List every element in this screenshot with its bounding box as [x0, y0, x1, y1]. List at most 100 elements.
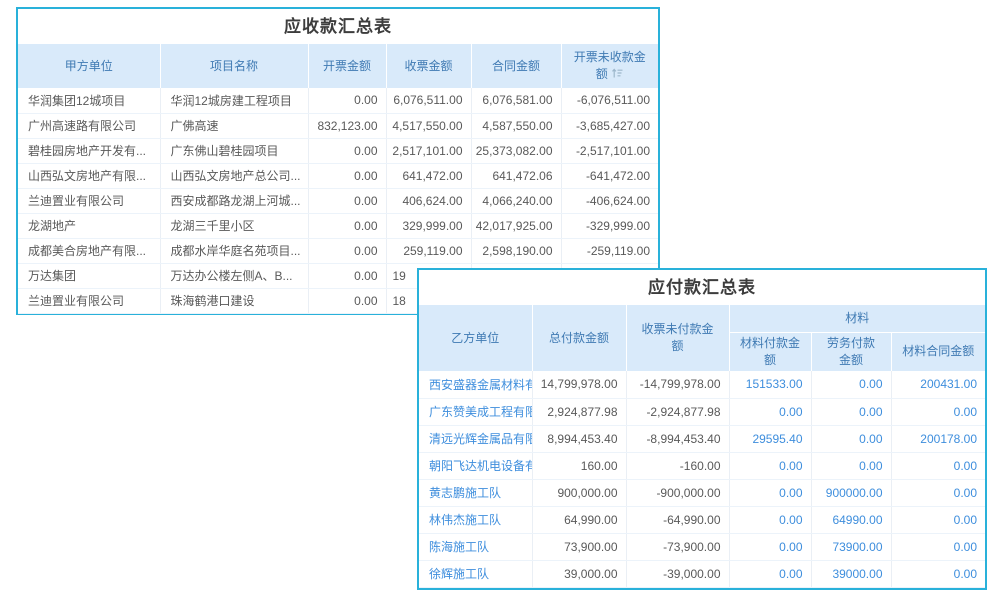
- cell: 641,472.06: [471, 163, 561, 188]
- cell: 山西弘文房地产有限...: [18, 163, 160, 188]
- table-row: 龙湖地产龙湖三千里小区0.00329,999.0042,017,925.00-3…: [18, 213, 658, 238]
- table-row: 西安盛器金属材料有14,799,978.00-14,799,978.001515…: [419, 371, 985, 398]
- link-cell[interactable]: 0.00: [729, 452, 811, 479]
- col-header-labor-payment: 劳务付款金额: [811, 332, 891, 371]
- cell: 160.00: [532, 452, 626, 479]
- cell: 广州高速路有限公司: [18, 113, 160, 138]
- payable-company-link[interactable]: 西安盛器金属材料有: [419, 371, 532, 398]
- payable-table-body: 西安盛器金属材料有14,799,978.00-14,799,978.001515…: [419, 371, 985, 587]
- cell: -14,799,978.00: [626, 371, 729, 398]
- cell: -2,517,101.00: [561, 138, 658, 163]
- cell: 641,472.00: [386, 163, 471, 188]
- col-header-invoiced-unreceived[interactable]: 开票未收款金额: [561, 44, 658, 88]
- cell: 4,517,550.00: [386, 113, 471, 138]
- link-cell[interactable]: 0.00: [729, 398, 811, 425]
- cell: -259,119.00: [561, 238, 658, 263]
- link-cell[interactable]: 0.00: [811, 371, 891, 398]
- link-cell[interactable]: 151533.00: [729, 371, 811, 398]
- cell: 广东佛山碧桂园项目: [160, 138, 308, 163]
- table-row: 广州高速路有限公司广佛高速832,123.004,517,550.004,587…: [18, 113, 658, 138]
- payable-company-link[interactable]: 朝阳飞达机电设备有: [419, 452, 532, 479]
- cell: 广佛高速: [160, 113, 308, 138]
- cell: 0.00: [308, 188, 386, 213]
- table-row: 清远光辉金属品有限8,994,453.40-8,994,453.4029595.…: [419, 425, 985, 452]
- link-cell[interactable]: 39000.00: [811, 560, 891, 587]
- link-cell[interactable]: 0.00: [729, 560, 811, 587]
- link-cell[interactable]: 0.00: [891, 533, 985, 560]
- link-cell[interactable]: 0.00: [729, 506, 811, 533]
- payable-company-link[interactable]: 清远光辉金属品有限: [419, 425, 532, 452]
- cell: 900,000.00: [532, 479, 626, 506]
- col-header-invoice-amount: 开票金额: [308, 44, 386, 88]
- cell: 兰迪置业有限公司: [18, 288, 160, 313]
- cell: -64,990.00: [626, 506, 729, 533]
- payable-company-link[interactable]: 黄志鹏施工队: [419, 479, 532, 506]
- receivable-table-title: 应收款汇总表: [18, 9, 658, 44]
- cell: -641,472.00: [561, 163, 658, 188]
- col-header-material-contract: 材料合同金额: [891, 332, 985, 371]
- link-cell[interactable]: 0.00: [891, 506, 985, 533]
- table-row: 成都美合房地产有限...成都水岸华庭名苑项目...0.00259,119.002…: [18, 238, 658, 263]
- link-cell[interactable]: 200178.00: [891, 425, 985, 452]
- link-cell[interactable]: 0.00: [811, 425, 891, 452]
- cell: -2,924,877.98: [626, 398, 729, 425]
- payable-header-group-row: 乙方单位 总付款金额 收票未付款金额 材料: [419, 305, 985, 332]
- payable-company-link[interactable]: 陈海施工队: [419, 533, 532, 560]
- cell: 0.00: [308, 138, 386, 163]
- col-header-project-name: 项目名称: [160, 44, 308, 88]
- link-cell[interactable]: 0.00: [811, 398, 891, 425]
- cell: 西安成都路龙湖上河城...: [160, 188, 308, 213]
- cell: 0.00: [308, 213, 386, 238]
- cell: 406,624.00: [386, 188, 471, 213]
- cell: 25,373,082.00: [471, 138, 561, 163]
- cell: 73,900.00: [532, 533, 626, 560]
- cell: 4,066,240.00: [471, 188, 561, 213]
- link-cell[interactable]: 0.00: [891, 560, 985, 587]
- table-row: 朝阳飞达机电设备有160.00-160.000.000.000.00: [419, 452, 985, 479]
- link-cell[interactable]: 900000.00: [811, 479, 891, 506]
- cell: -406,624.00: [561, 188, 658, 213]
- table-row: 陈海施工队73,900.00-73,900.000.0073900.000.00: [419, 533, 985, 560]
- col-header-contract-amount: 合同金额: [471, 44, 561, 88]
- link-cell[interactable]: 0.00: [729, 479, 811, 506]
- link-cell[interactable]: 29595.40: [729, 425, 811, 452]
- cell: 龙湖地产: [18, 213, 160, 238]
- cell: 山西弘文房地产总公司...: [160, 163, 308, 188]
- cell: 华润集团12城项目: [18, 88, 160, 113]
- table-row: 黄志鹏施工队900,000.00-900,000.000.00900000.00…: [419, 479, 985, 506]
- cell: -39,000.00: [626, 560, 729, 587]
- cell: 64,990.00: [532, 506, 626, 533]
- link-cell[interactable]: 0.00: [891, 479, 985, 506]
- table-row: 林伟杰施工队64,990.00-64,990.000.0064990.000.0…: [419, 506, 985, 533]
- cell: -6,076,511.00: [561, 88, 658, 113]
- cell: 2,924,877.98: [532, 398, 626, 425]
- cell: 0.00: [308, 238, 386, 263]
- cell: 万达集团: [18, 263, 160, 288]
- cell: 万达办公楼左侧A、B...: [160, 263, 308, 288]
- payable-company-link[interactable]: 林伟杰施工队: [419, 506, 532, 533]
- link-cell[interactable]: 0.00: [729, 533, 811, 560]
- cell: 2,517,101.00: [386, 138, 471, 163]
- cell: 259,119.00: [386, 238, 471, 263]
- sort-ascending-icon[interactable]: [611, 67, 624, 79]
- cell: 0.00: [308, 263, 386, 288]
- link-cell[interactable]: 200431.00: [891, 371, 985, 398]
- table-row: 华润集团12城项目华润12城房建工程项目0.006,076,511.006,07…: [18, 88, 658, 113]
- link-cell[interactable]: 64990.00: [811, 506, 891, 533]
- link-cell[interactable]: 73900.00: [811, 533, 891, 560]
- link-cell[interactable]: 0.00: [811, 452, 891, 479]
- link-cell[interactable]: 0.00: [891, 398, 985, 425]
- cell: -329,999.00: [561, 213, 658, 238]
- col-header-total-payment: 总付款金额: [532, 305, 626, 371]
- cell: 碧桂园房地产开发有...: [18, 138, 160, 163]
- link-cell[interactable]: 0.00: [891, 452, 985, 479]
- table-row: 广东赞美成工程有限2,924,877.98-2,924,877.980.000.…: [419, 398, 985, 425]
- cell: 42,017,925.00: [471, 213, 561, 238]
- cell: 兰迪置业有限公司: [18, 188, 160, 213]
- payable-company-link[interactable]: 徐辉施工队: [419, 560, 532, 587]
- cell: 0.00: [308, 163, 386, 188]
- cell: -900,000.00: [626, 479, 729, 506]
- payable-company-link[interactable]: 广东赞美成工程有限: [419, 398, 532, 425]
- payable-table-title: 应付款汇总表: [419, 270, 985, 305]
- payable-table: 乙方单位 总付款金额 收票未付款金额 材料 材料付款金额 劳务付款金额 材料合同…: [419, 305, 985, 588]
